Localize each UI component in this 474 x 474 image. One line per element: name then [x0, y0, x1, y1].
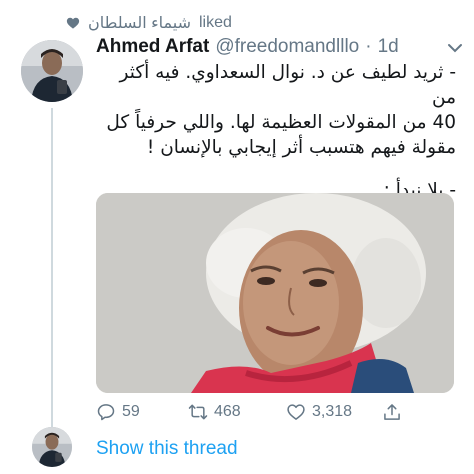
- reply-button[interactable]: 59: [96, 402, 188, 422]
- like-button[interactable]: 3,318: [286, 402, 382, 422]
- like-icon: [287, 404, 305, 420]
- author-avatar[interactable]: [21, 40, 83, 102]
- tweet-text-line: 40 من المقولات العظيمة لها. واللي حرفياً…: [106, 112, 456, 133]
- author-name[interactable]: Ahmed Arfat: [96, 36, 209, 58]
- retweet-button[interactable]: 468: [188, 402, 286, 422]
- social-context: شيماء السلطان liked: [66, 12, 232, 34]
- liked-label: liked: [198, 14, 232, 31]
- retweet-icon: [188, 404, 208, 420]
- thread-connector-line: [51, 108, 53, 431]
- chevron-down-icon[interactable]: [447, 42, 463, 54]
- share-icon: [384, 404, 400, 420]
- share-button[interactable]: [382, 402, 402, 422]
- tweet-text: - ثريد لطيف عن د. نوال السعداوي. فيه أكث…: [96, 60, 456, 203]
- like-count: 3,318: [312, 403, 353, 420]
- tweet-actions: 59 468 3,318: [96, 402, 402, 422]
- tweet-text-line: مقولة فيهم هتسبب أثر إيجابي بالإنسان !: [146, 137, 456, 158]
- tweet-photo[interactable]: [96, 193, 454, 393]
- heart-icon: [66, 17, 80, 29]
- retweet-count: 468: [214, 403, 241, 420]
- tweet-text-line: - ثريد لطيف عن د. نوال السعداوي. فيه أكث…: [119, 62, 456, 108]
- liked-by-user[interactable]: شيماء السلطان: [88, 13, 191, 33]
- tweet-timestamp[interactable]: 1d: [378, 36, 399, 58]
- reply-count: 59: [122, 403, 140, 420]
- reply-icon: [97, 404, 115, 421]
- author-handle[interactable]: @freedomandlllo: [215, 36, 359, 58]
- meta-separator: ·: [365, 36, 372, 57]
- tweet-header: Ahmed Arfat @freedomandlllo · 1d: [96, 36, 399, 58]
- thread-avatar[interactable]: [32, 427, 72, 467]
- show-thread-link[interactable]: Show this thread: [96, 438, 238, 460]
